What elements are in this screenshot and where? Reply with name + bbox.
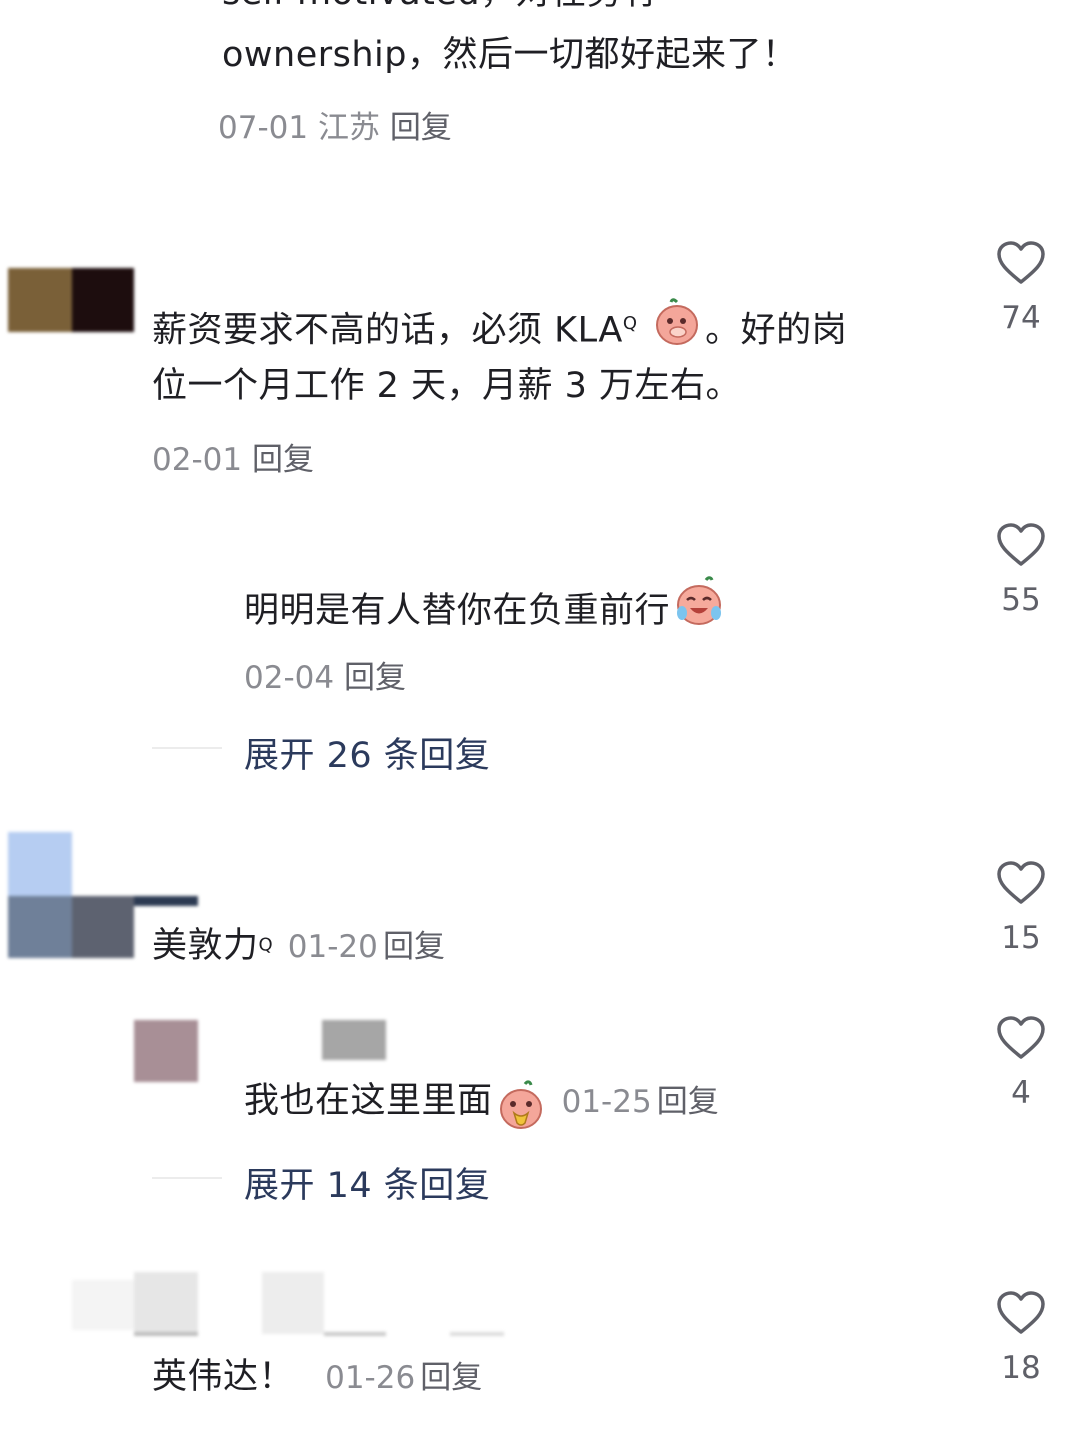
crying-laugh-sticker-icon bbox=[672, 575, 726, 649]
reply-button[interactable]: 回复 bbox=[383, 929, 445, 965]
comment-text: self-motivated，对任务有 bbox=[222, 0, 658, 13]
like-count: 4 bbox=[1011, 1075, 1031, 1111]
username-redacted bbox=[72, 1272, 504, 1338]
comment-text: 。好的岗 bbox=[705, 310, 848, 351]
comment-text: 薪资要求不高的话，必须 KLA bbox=[152, 310, 623, 351]
search-tag-icon[interactable]: Q bbox=[259, 935, 273, 956]
comment-date: 02-01 bbox=[152, 442, 243, 478]
reply-date: 02-04 bbox=[244, 660, 335, 696]
comment-text: 美敦力 bbox=[152, 926, 259, 966]
heart-icon[interactable] bbox=[996, 522, 1046, 568]
like-count: 15 bbox=[1001, 920, 1041, 956]
reply-text: 我也在这里里面 bbox=[244, 1081, 493, 1121]
comment-date: 07-01 bbox=[218, 110, 309, 146]
reply-meta: 02-04 回复 bbox=[244, 652, 406, 697]
like-count: 55 bbox=[1001, 582, 1041, 618]
search-tag-icon[interactable]: Q bbox=[623, 313, 638, 334]
reply-line: 我也在这里里面 01-25 回复 bbox=[244, 1070, 719, 1137]
heart-icon[interactable] bbox=[996, 860, 1046, 906]
comment-text-line: self-motivated，对任务有 bbox=[222, 0, 658, 24]
avatar[interactable] bbox=[8, 268, 134, 332]
comment-location: 江苏 bbox=[317, 110, 380, 146]
shy-sticker-icon bbox=[495, 1079, 547, 1137]
comment-date: 01-26 bbox=[325, 1360, 416, 1396]
reply-button[interactable]: 回复 bbox=[252, 442, 314, 478]
like-button[interactable]: 18 bbox=[981, 1290, 1061, 1386]
comment-text-line: 位一个月工作 2 天，月薪 3 万左右。 bbox=[152, 355, 741, 417]
reply-text-line: 明明是有人替你在负重前行 bbox=[244, 575, 728, 649]
reply-text: 明明是有人替你在负重前行 bbox=[244, 591, 671, 631]
reply-button[interactable]: 回复 bbox=[344, 660, 406, 696]
comment-date: 01-20 bbox=[287, 929, 378, 965]
heart-icon[interactable] bbox=[996, 240, 1046, 286]
comment-text: ownership，然后一切都好起来了！ bbox=[222, 35, 798, 75]
reply-button[interactable]: 回复 bbox=[657, 1084, 719, 1120]
heart-icon[interactable] bbox=[996, 1015, 1046, 1061]
expand-replies-button[interactable]: 展开 26 条回复 bbox=[244, 727, 490, 778]
expand-replies-button[interactable]: 展开 14 条回复 bbox=[244, 1157, 490, 1208]
comment-text: 英伟达！ bbox=[152, 1357, 295, 1397]
comment-text-line: ownership，然后一切都好起来了！ bbox=[222, 24, 798, 86]
like-button[interactable]: 74 bbox=[981, 240, 1061, 336]
reply-date: 01-25 bbox=[561, 1084, 652, 1120]
comment-line: 英伟达！ 01-26 回复 bbox=[152, 1346, 482, 1408]
comment-text: 位一个月工作 2 天，月薪 3 万左右。 bbox=[152, 366, 742, 406]
reply-button[interactable]: 回复 bbox=[420, 1360, 482, 1396]
like-button[interactable]: 4 bbox=[981, 1015, 1061, 1111]
divider bbox=[152, 747, 222, 749]
like-count: 18 bbox=[1001, 1350, 1041, 1386]
comment-meta: 02-01 回复 bbox=[152, 434, 314, 479]
like-count: 74 bbox=[1001, 300, 1041, 336]
username-redacted bbox=[322, 1020, 386, 1060]
like-button[interactable]: 55 bbox=[981, 522, 1061, 618]
comment-meta: 07-01 江苏 回复 bbox=[218, 102, 452, 147]
comment-header: 美敦力Q 01-20 回复 bbox=[152, 915, 445, 977]
reply-button[interactable]: 回复 bbox=[390, 110, 452, 146]
divider bbox=[152, 1177, 222, 1179]
like-button[interactable]: 15 bbox=[981, 860, 1061, 956]
heart-icon[interactable] bbox=[996, 1290, 1046, 1336]
avatar[interactable] bbox=[134, 1020, 198, 1082]
